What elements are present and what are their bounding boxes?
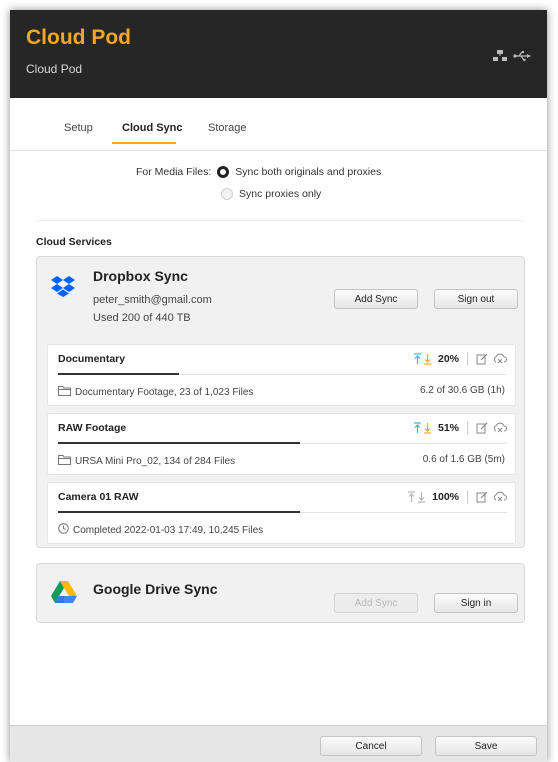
radio-sync-proxies-label[interactable]: Sync proxies only bbox=[239, 188, 321, 200]
folder-icon bbox=[58, 385, 71, 399]
sync-percent: 20% bbox=[437, 353, 459, 365]
sync-up-down-icon bbox=[407, 491, 427, 503]
tab-storage[interactable]: Storage bbox=[208, 122, 247, 134]
sync-detail: URSA Mini Pro_02, 134 of 284 Files bbox=[58, 454, 235, 468]
sync-detail-text: Documentary Footage, 23 of 1,023 Files bbox=[75, 386, 254, 398]
sync-detail: Completed 2022-01-03 17:49, 10,245 Files bbox=[58, 523, 263, 537]
sync-item-raw-footage[interactable]: RAW Footage 51% URSA Mini Pro_02, 134 of… bbox=[47, 413, 516, 475]
sync-name: RAW Footage bbox=[58, 422, 127, 434]
sync-up-down-icon bbox=[413, 422, 433, 434]
cloud-cancel-icon[interactable] bbox=[493, 422, 507, 434]
separator bbox=[467, 490, 468, 504]
edit-icon[interactable] bbox=[476, 491, 488, 503]
divider bbox=[36, 220, 524, 221]
ethernet-icon bbox=[493, 50, 507, 62]
sync-progress-fill bbox=[58, 442, 301, 444]
sync-status: 20% bbox=[413, 352, 507, 366]
folder-icon bbox=[58, 454, 71, 468]
clock-icon bbox=[58, 523, 69, 537]
cancel-button[interactable]: Cancel bbox=[320, 736, 422, 756]
media-option-row-2: Sync proxies only bbox=[221, 188, 321, 200]
radio-sync-both[interactable] bbox=[217, 166, 230, 178]
sync-detail: Documentary Footage, 23 of 1,023 Files bbox=[58, 385, 253, 399]
media-option-row-1: For Media Files: Sync both originals and… bbox=[136, 166, 381, 178]
footer-bar: Cancel Save bbox=[10, 725, 547, 762]
sync-percent: 51% bbox=[437, 422, 459, 434]
sync-detail-text: URSA Mini Pro_02, 134 of 284 Files bbox=[75, 455, 236, 467]
google-drive-icon bbox=[51, 581, 77, 609]
edit-icon[interactable] bbox=[476, 422, 488, 434]
sync-name: Documentary bbox=[58, 353, 126, 365]
sync-progress-bar bbox=[58, 511, 507, 513]
dropbox-icon bbox=[51, 275, 75, 302]
dropbox-account-email: peter_smith@gmail.com bbox=[93, 294, 212, 306]
sync-percent: 100% bbox=[432, 491, 459, 503]
sync-size: 6.2 of 30.6 GB (1h) bbox=[419, 385, 505, 396]
radio-sync-both-label[interactable]: Sync both originals and proxies bbox=[235, 166, 381, 178]
separator bbox=[467, 421, 468, 435]
media-files-label: For Media Files: bbox=[136, 166, 212, 178]
tab-bar: Setup Cloud Sync Storage bbox=[10, 98, 547, 151]
sync-size: 0.6 of 1.6 GB (5m) bbox=[422, 454, 505, 465]
connection-icons bbox=[493, 50, 531, 62]
edit-icon[interactable] bbox=[476, 353, 488, 365]
sync-name: Camera 01 RAW bbox=[58, 491, 139, 503]
dropbox-title: Dropbox Sync bbox=[93, 268, 188, 284]
save-button[interactable]: Save bbox=[435, 736, 537, 756]
google-add-sync-button[interactable]: Add Sync bbox=[334, 593, 418, 613]
active-tab-indicator bbox=[112, 142, 176, 144]
sync-status: 100% bbox=[407, 490, 507, 504]
cloud-services-heading: Cloud Services bbox=[36, 236, 112, 248]
google-drive-title: Google Drive Sync bbox=[93, 581, 218, 597]
sync-progress-bar bbox=[58, 373, 507, 375]
tab-setup[interactable]: Setup bbox=[64, 122, 93, 134]
dropbox-card: Dropbox Sync peter_smith@gmail.com Used … bbox=[36, 256, 525, 548]
sync-progress-fill bbox=[58, 511, 301, 513]
usb-icon bbox=[513, 50, 531, 62]
sync-detail-text: Completed 2022-01-03 17:49, 10,245 Files bbox=[73, 524, 264, 536]
app-title: Cloud Pod bbox=[26, 26, 131, 49]
sync-up-down-icon bbox=[413, 353, 433, 365]
sync-item-documentary[interactable]: Documentary 20% Documentary Footage, 23 … bbox=[47, 344, 516, 406]
sync-progress-bar bbox=[58, 442, 507, 444]
sync-item-camera-01-raw[interactable]: Camera 01 RAW 100% Completed 2022-01-03 … bbox=[47, 482, 516, 544]
dropbox-sign-out-button[interactable]: Sign out bbox=[434, 289, 518, 309]
device-name: Cloud Pod bbox=[26, 62, 83, 76]
google-sign-in-button[interactable]: Sign in bbox=[434, 593, 518, 613]
sync-progress-fill bbox=[58, 373, 180, 375]
google-drive-card: Google Drive Sync Add Sync Sign in bbox=[36, 563, 525, 623]
cloud-cancel-icon[interactable] bbox=[493, 353, 507, 365]
radio-sync-proxies[interactable] bbox=[221, 188, 233, 200]
cloud-cancel-icon[interactable] bbox=[493, 491, 507, 503]
cloud-pod-window: Cloud Pod Cloud Pod Setup Cloud Sync Sto… bbox=[10, 10, 547, 762]
dropbox-usage: Used 200 of 440 TB bbox=[93, 312, 191, 324]
tab-cloud-sync[interactable]: Cloud Sync bbox=[122, 122, 183, 134]
app-header: Cloud Pod Cloud Pod bbox=[10, 10, 547, 98]
dropbox-add-sync-button[interactable]: Add Sync bbox=[334, 289, 418, 309]
separator bbox=[467, 352, 468, 366]
sync-status: 51% bbox=[413, 421, 507, 435]
